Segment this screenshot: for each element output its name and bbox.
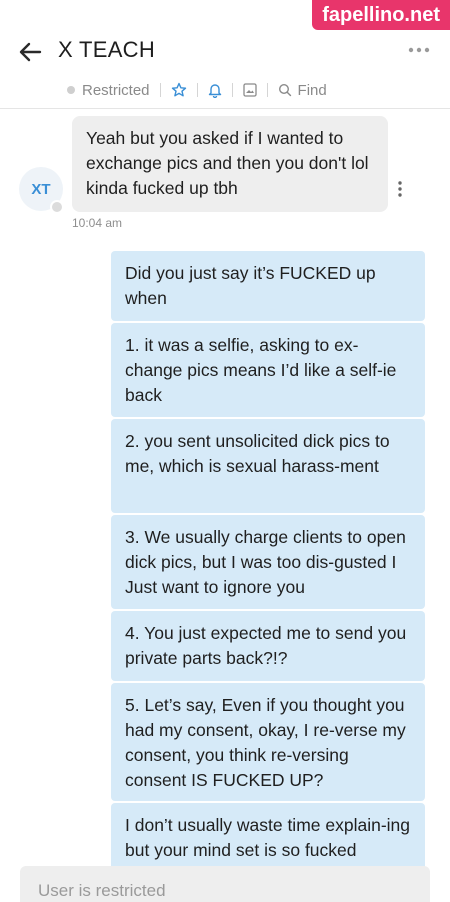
toolbar-divider <box>196 83 198 97</box>
kebab-icon[interactable] <box>396 180 404 198</box>
message-timestamp: 10:04 am <box>72 216 123 230</box>
watermark-logo: fapellino.net <box>312 0 450 30</box>
find-label: Find <box>297 81 327 99</box>
bell-icon[interactable] <box>208 82 222 98</box>
composer-placeholder: User is restricted <box>38 881 166 900</box>
toolbar-divider <box>159 83 161 97</box>
avatar-status-dot <box>50 200 64 214</box>
restricted-label: Restricted <box>82 81 150 99</box>
outgoing-message[interactable]: 5. Let’s say, Even if you thought you ha… <box>111 683 425 801</box>
outgoing-message[interactable]: 1. it was a selfie, asking to ex-change … <box>111 323 425 417</box>
more-options-icon[interactable] <box>408 46 430 54</box>
star-icon[interactable] <box>171 82 187 98</box>
search-icon <box>278 83 291 97</box>
message-composer[interactable]: User is restricted <box>20 866 430 902</box>
outgoing-message[interactable]: 4. You just expected me to send you priv… <box>111 611 425 681</box>
restricted-dot-icon <box>67 86 75 94</box>
toolbar-divider <box>231 83 233 97</box>
page-title: X TEACH <box>58 37 156 62</box>
find-button[interactable]: Find <box>278 82 327 99</box>
back-arrow-icon[interactable] <box>16 38 44 66</box>
header-divider <box>0 108 450 109</box>
outgoing-message[interactable]: 3. We usually charge clients to open dic… <box>111 515 425 609</box>
incoming-message[interactable]: Yeah but you asked if I wanted to exchan… <box>72 116 388 212</box>
image-icon[interactable] <box>242 83 257 97</box>
outgoing-message[interactable]: Did you just say it’s FUCKED up when <box>111 251 425 321</box>
chat-toolbar: Restricted Find <box>0 74 450 106</box>
outgoing-message[interactable]: 2. you sent unsolicited dick pics to me,… <box>111 419 425 513</box>
toolbar-divider <box>266 83 268 97</box>
outgoing-message[interactable]: I don’t usually waste time explain-ing b… <box>111 803 425 873</box>
restricted-status: Restricted <box>66 82 150 99</box>
chat-header: X TEACH <box>0 30 450 72</box>
